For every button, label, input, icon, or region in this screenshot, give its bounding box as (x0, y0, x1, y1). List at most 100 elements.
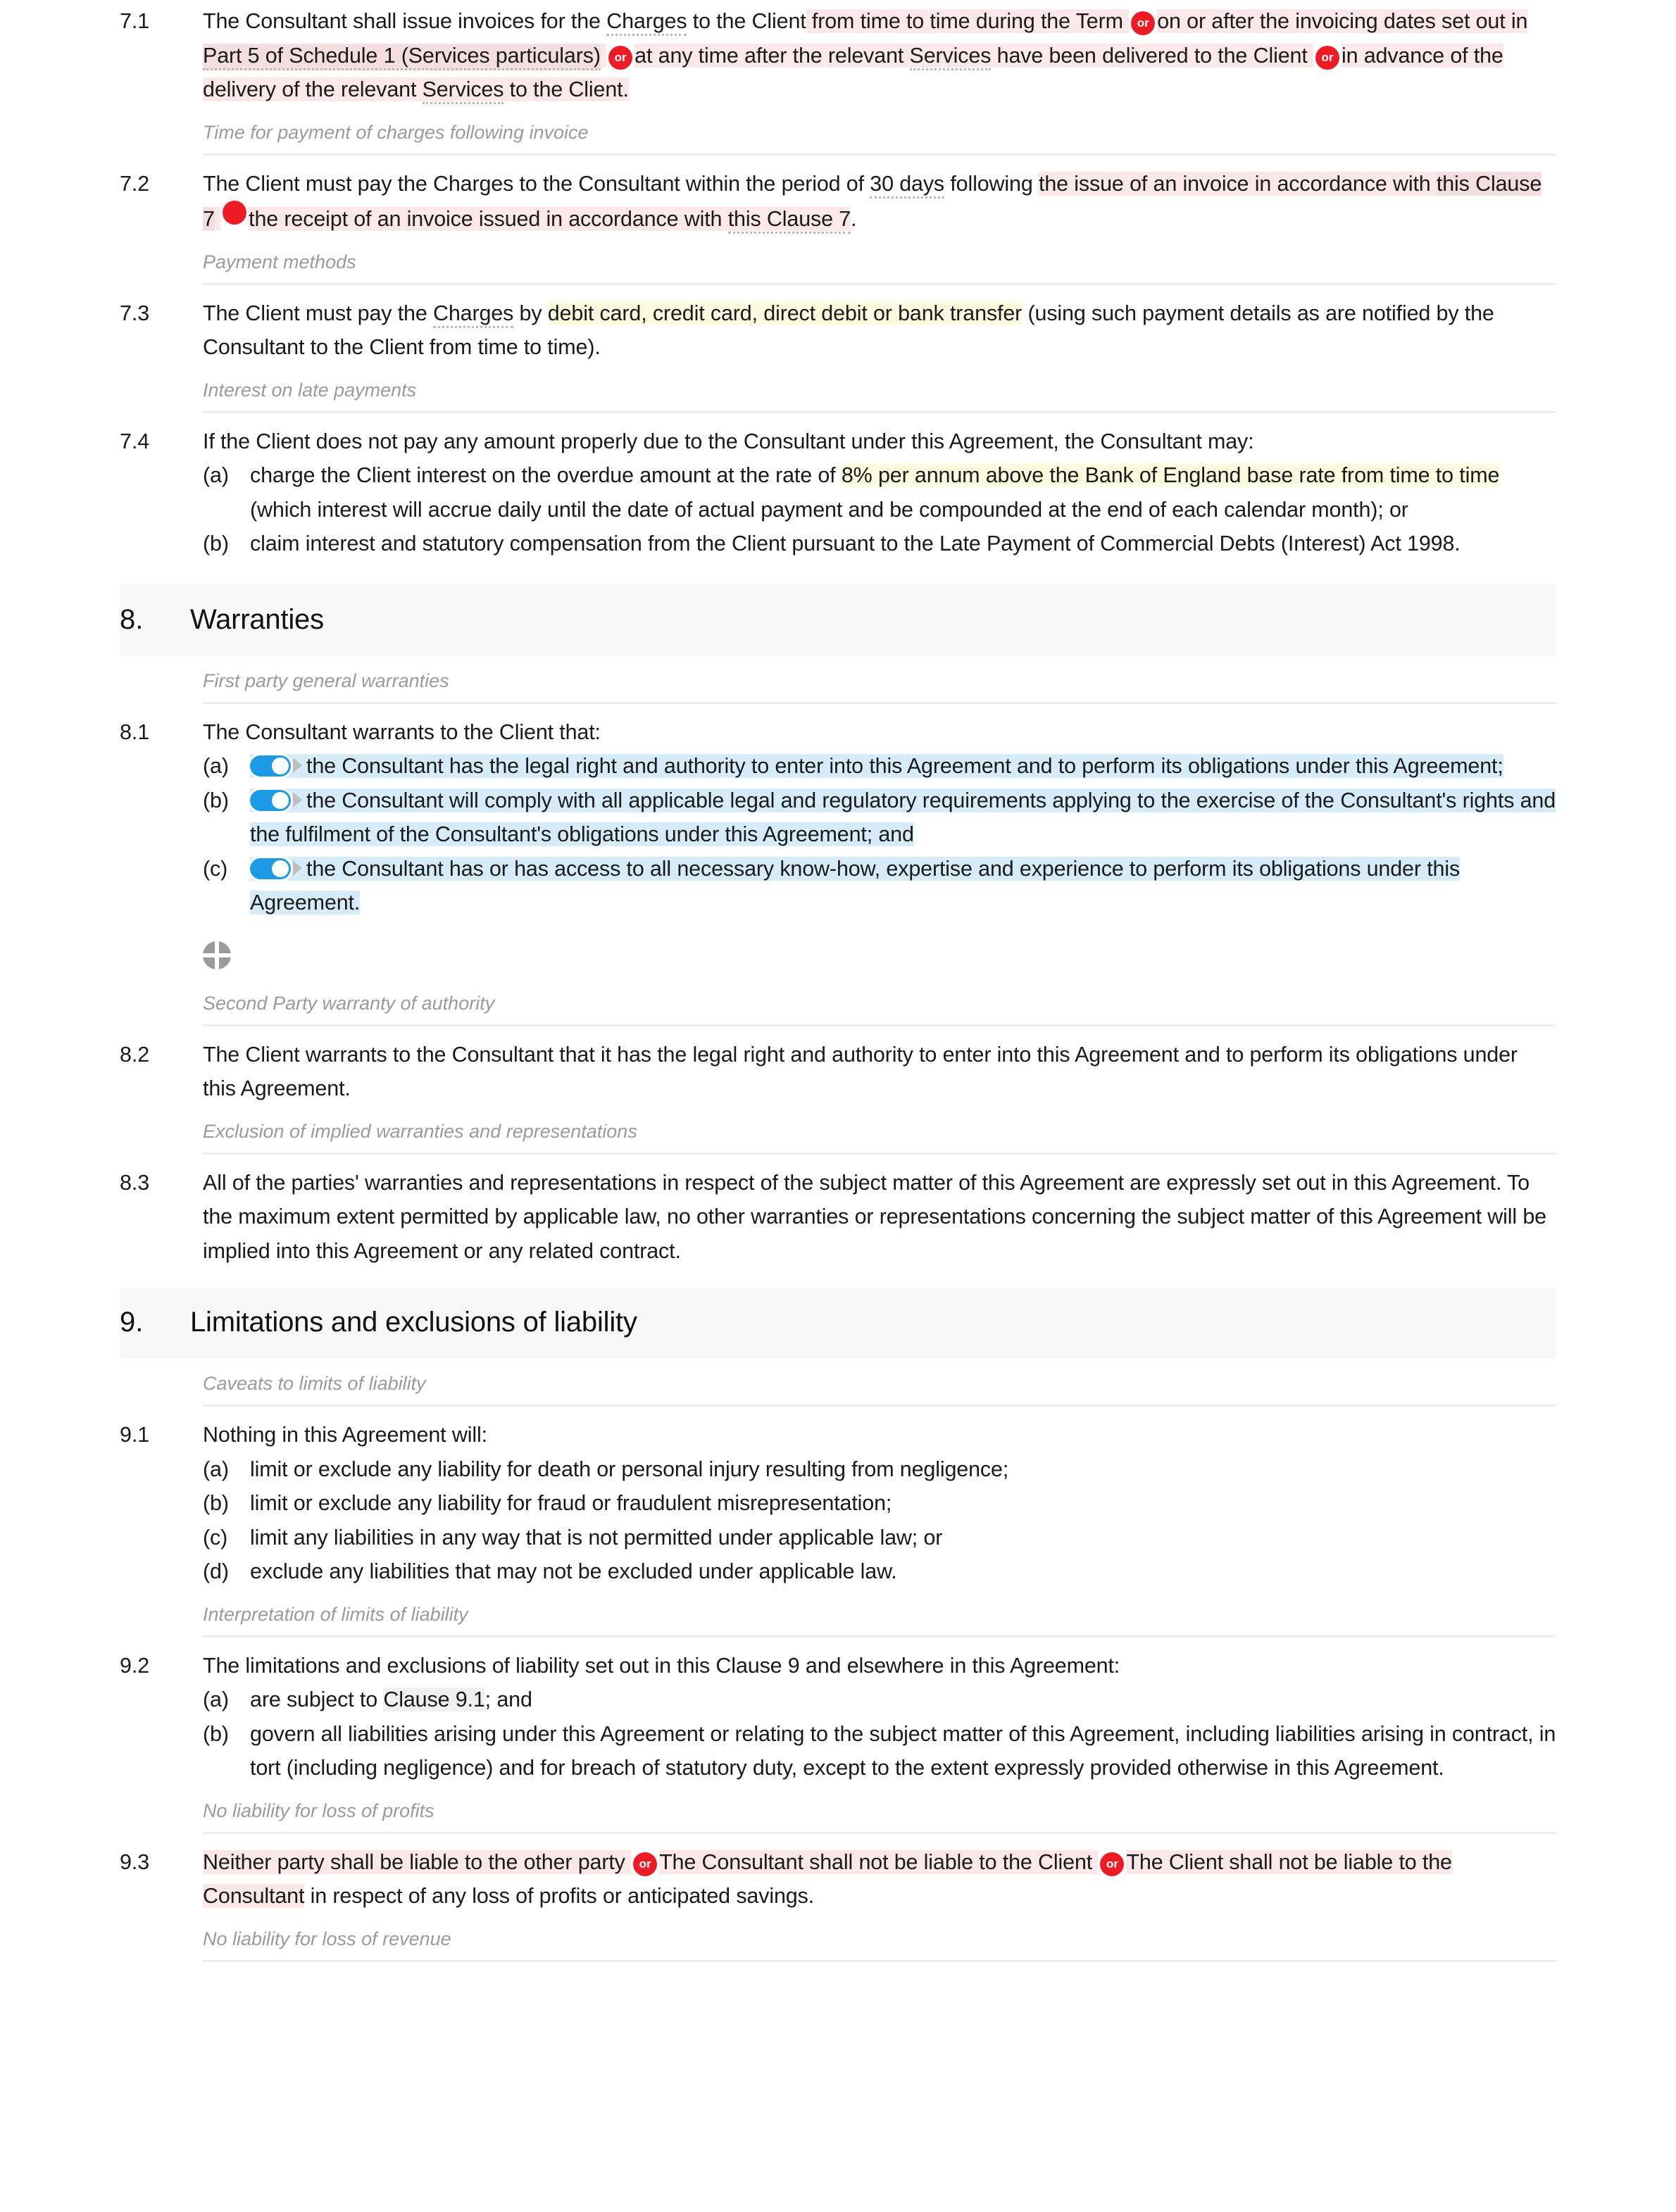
clause-7-2-tail: . (851, 207, 857, 231)
clause-text: The Client must pay the Charges to the C… (203, 167, 1556, 237)
defined-term-charges[interactable]: Charges (432, 301, 513, 328)
insert-widget-row[interactable] (203, 920, 1556, 978)
clause-8-2[interactable]: 8.2 The Client warrants to the Consultan… (0, 1038, 1676, 1106)
optional-clause-highlight[interactable]: the Consultant will comply with all appl… (250, 788, 1556, 846)
option-1-highlight[interactable]: from time to time during the Term (806, 9, 1130, 33)
clause-number: 8.1 (120, 719, 150, 744)
clause-9-1-lead: Nothing in this Agreement will: (203, 1423, 487, 1447)
option-3-text-b: have been delivered to the (991, 43, 1253, 68)
list-item[interactable]: (b) limit or exclude any liability for f… (203, 1486, 1556, 1521)
payment-methods-highlight[interactable]: debit card, credit card, direct debit or… (547, 301, 1022, 325)
or-badge-icon[interactable]: or (1131, 11, 1156, 35)
toggle-knob (272, 758, 289, 774)
clause-9-2-lead: The limitations and exclusions of liabil… (203, 1653, 1120, 1678)
clause-number: 8.3 (120, 1170, 150, 1195)
cross-ref-clause-9-1[interactable]: Clause 9.1 (383, 1688, 485, 1711)
clause-7-3[interactable]: 7.3 The Client must pay the Charges by d… (0, 296, 1676, 365)
subheading-label: No liability for loss of profits (203, 1799, 434, 1821)
list-item[interactable]: (c) the Consultant has or has access to … (203, 852, 1556, 920)
clause-9-2[interactable]: 9.2 The limitations and exclusions of li… (0, 1649, 1676, 1785)
section-title: Warranties (190, 603, 324, 635)
item-a-post: (which interest will accrue daily until … (250, 497, 1408, 522)
optional-clause-highlight[interactable]: the Consultant has or has access to all … (250, 856, 1460, 915)
list-item[interactable]: (a) limit or exclude any liability for d… (203, 1452, 1556, 1487)
toggle-switch-on-icon[interactable] (250, 755, 291, 777)
defined-term-services[interactable]: Services (909, 43, 991, 70)
or-badge-icon[interactable] (223, 201, 247, 225)
defined-term-charges[interactable]: Charges (606, 9, 687, 36)
list-item[interactable]: (a) charge the Client interest on the ov… (203, 458, 1556, 527)
cross-ref-part5-schedule1[interactable]: Part 5 of Schedule 1 (Services particula… (203, 43, 601, 70)
list-item[interactable]: (b) govern all liabilities arising under… (203, 1717, 1556, 1785)
interest-rate-highlight[interactable]: 8% per annum above the Bank of England b… (841, 463, 1499, 487)
list-item[interactable]: (a) the Consultant has the legal right a… (203, 749, 1556, 784)
clause-8-3[interactable]: 8.3 All of the parties' warranties and r… (0, 1166, 1676, 1269)
clause-text: Nothing in this Agreement will: (a) limi… (203, 1418, 1556, 1589)
clause-text: Neither party shall be liable to the oth… (203, 1845, 1556, 1913)
clause-7-2[interactable]: 7.2 The Client must pay the Charges to t… (0, 167, 1676, 237)
option-2-highlight[interactable]: the receipt of an invoice issued in acco… (249, 207, 851, 234)
clause-7-1-part-1: The Consultant shall issue invoices for … (203, 9, 607, 33)
section-number: 8. (120, 603, 144, 635)
clause-7-1[interactable]: 7.1 The Consultant shall issue invoices … (0, 4, 1676, 107)
toggle-knob (272, 860, 289, 877)
option-1-text: the issue of an invoice in accordance wi… (1039, 171, 1437, 196)
list-item-text: the Consultant will comply with all appl… (250, 784, 1556, 852)
list-item[interactable]: (c) limit any liabilities in any way tha… (203, 1521, 1556, 1555)
subheading-label: No liability for loss of revenue (203, 1928, 451, 1949)
subheading-block-payment-methods: Payment methods (203, 237, 1556, 285)
optional-clause-highlight[interactable]: the Consultant has the legal right and a… (250, 754, 1503, 778)
list-item-label: (b) (203, 1491, 229, 1515)
clause-number: 7.2 (120, 171, 150, 196)
list-item[interactable]: (b) the Consultant will comply with all … (203, 784, 1556, 852)
subheading-label: Time for payment of charges following in… (203, 121, 589, 143)
clause-7-1-part-2: to the (687, 9, 752, 33)
subheading-label: Payment methods (203, 251, 356, 272)
list-item-text: exclude any liabilities that may not be … (250, 1559, 897, 1583)
toggle-knob (272, 791, 289, 809)
clause-8-1[interactable]: 8.1 The Consultant warrants to the Clien… (0, 715, 1676, 920)
list-item-text: the Consultant has or has access to all … (250, 852, 1556, 920)
subheading-label: Exclusion of implied warranties and repr… (203, 1120, 637, 1142)
clause-9-1[interactable]: 9.1 Nothing in this Agreement will: (a) … (0, 1418, 1676, 1589)
option-2-text: the receipt of an invoice issued in acco… (249, 207, 728, 231)
option-1-text: from time to time during the Term (811, 9, 1123, 33)
or-badge-icon[interactable]: or (1100, 1852, 1125, 1876)
or-badge-icon[interactable]: or (633, 1852, 658, 1876)
option-2-highlight[interactable]: The Consultant shall not be liable to th… (659, 1849, 1099, 1874)
list-item-text: charge the Client interest on the overdu… (250, 458, 1556, 527)
clause-7-4[interactable]: 7.4 If the Client does not pay any amoun… (0, 425, 1676, 561)
option-3-highlight[interactable]: at any time after the relevant Services … (634, 43, 1313, 70)
defined-term-services-2[interactable]: Services (422, 77, 504, 104)
clause-9-3[interactable]: 9.3 Neither party shall be liable to the… (0, 1845, 1676, 1913)
or-badge-icon[interactable]: or (608, 45, 633, 70)
list-item-label: (a) (203, 463, 229, 487)
subheading-block-caveats: Caveats to limits of liability (203, 1358, 1556, 1407)
toggle-switch-on-icon[interactable] (250, 789, 291, 811)
item-a-pre: charge the Client interest on the overdu… (250, 463, 842, 487)
defined-term-client-2[interactable]: Client (1253, 44, 1308, 68)
item-a-pre: are subject to (250, 1688, 384, 1711)
list-item-text: the Consultant has the legal right and a… (250, 749, 1556, 784)
section-heading-warranties: 8. Warranties (120, 584, 1556, 655)
list-item[interactable]: (d) exclude any liabilities that may not… (203, 1554, 1556, 1589)
option-1-text: Neither party shall be liable to the oth… (203, 1849, 625, 1874)
section-heading-limitations: 9. Limitations and exclusions of liabili… (120, 1288, 1556, 1358)
option-1-highlight[interactable]: Neither party shall be liable to the oth… (203, 1849, 632, 1874)
subheading-block-interpretation: Interpretation of limits of liability (203, 1589, 1556, 1638)
toggle-switch-on-icon[interactable] (250, 857, 291, 879)
list-item-label: (b) (203, 532, 229, 555)
or-badge-icon[interactable]: or (1315, 45, 1339, 70)
cross-ref-clause-7-b[interactable]: this Clause 7 (727, 207, 851, 234)
quadrant-circle-icon[interactable] (203, 941, 231, 969)
list-item-label: (a) (203, 1688, 229, 1711)
variable-30-days[interactable]: 30 days (870, 171, 944, 199)
clause-text: The Consultant shall issue invoices for … (203, 4, 1556, 107)
subheading-block-interest-late-payments: Interest on late payments (203, 365, 1556, 413)
defined-term-client[interactable]: Client (752, 9, 806, 33)
list-item[interactable]: (a) are subject to Clause 9.1; and (203, 1683, 1556, 1717)
clause-text: The limitations and exclusions of liabil… (203, 1649, 1556, 1785)
list-item[interactable]: (b) claim interest and statutory compens… (203, 527, 1556, 561)
